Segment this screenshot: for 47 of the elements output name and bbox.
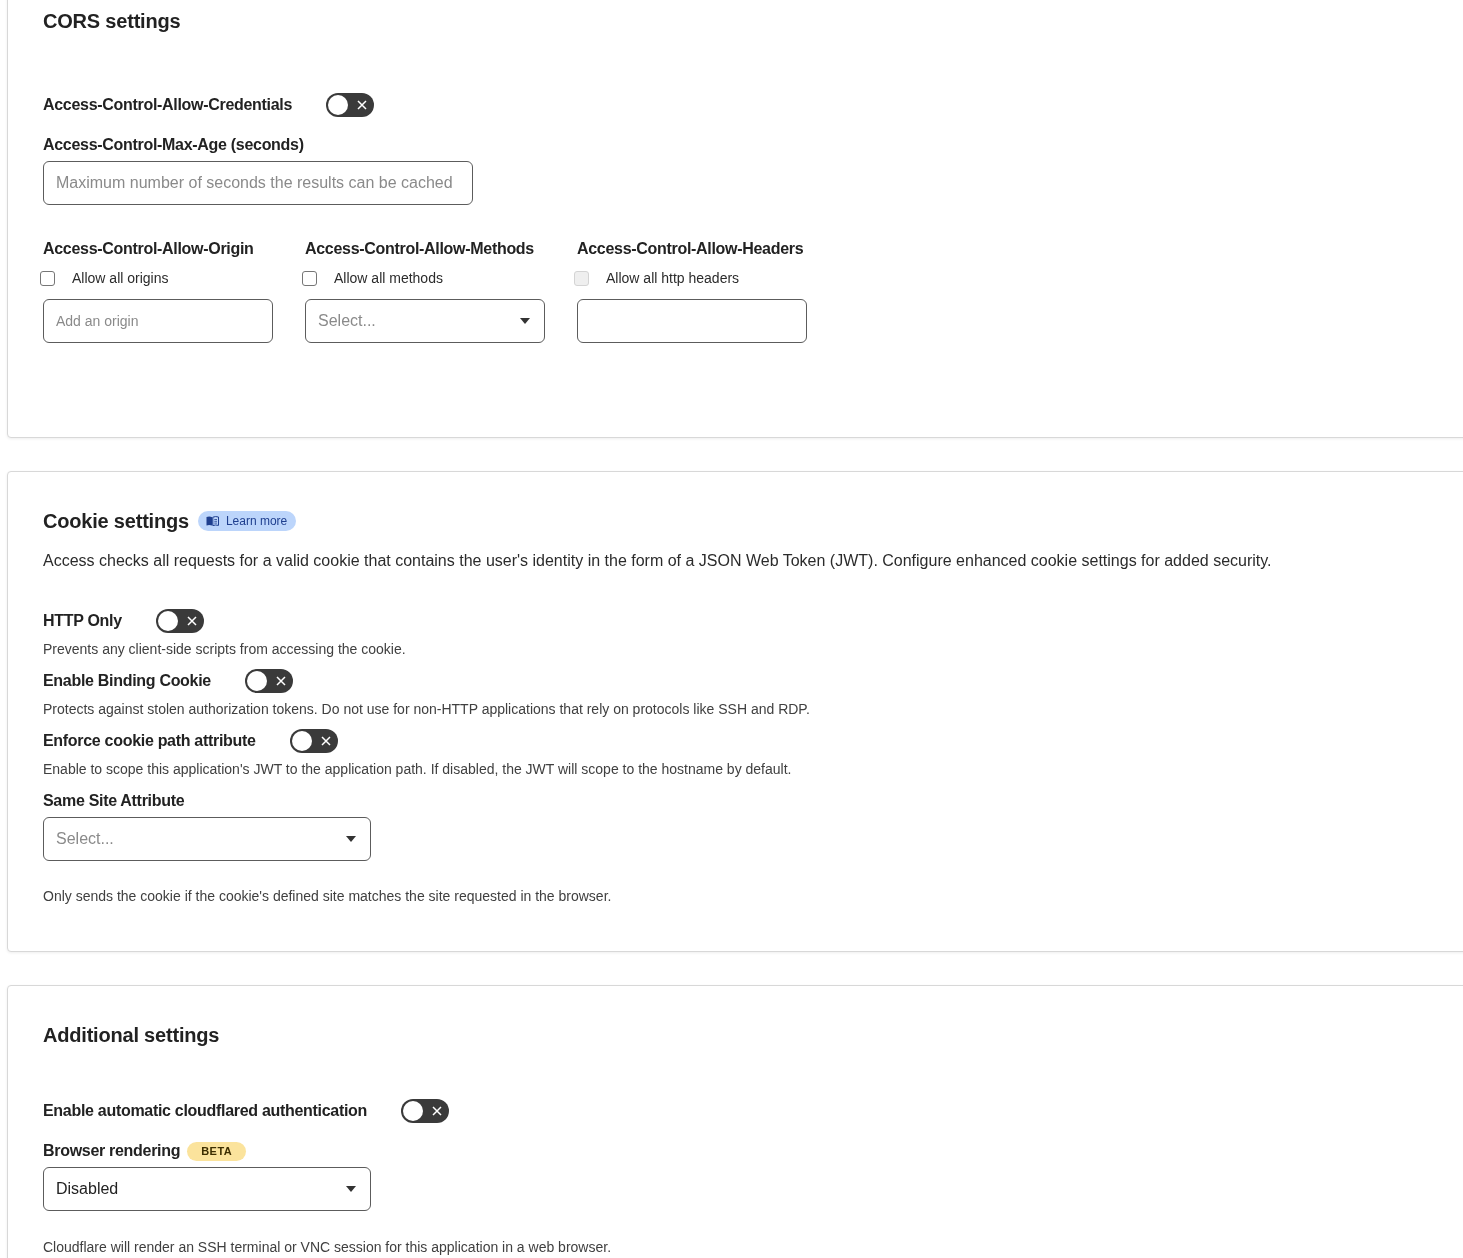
- cross-icon: [357, 100, 368, 110]
- select-dropdown[interactable]: Select...: [305, 299, 545, 343]
- field-label: Access-Control-Allow-Methods: [305, 239, 534, 259]
- field-label: Access-Control-Allow-Headers: [577, 239, 804, 259]
- section-title: Cookie settings: [43, 509, 189, 533]
- input-field[interactable]: Add an origin: [43, 299, 273, 343]
- checkbox[interactable]: [302, 270, 317, 286]
- caret-down-icon: [346, 1186, 356, 1192]
- field-label: Same Site Attribute: [43, 791, 185, 811]
- cross-icon: [432, 1106, 443, 1116]
- checkbox-label: Allow all http headers: [606, 269, 740, 287]
- beta-badge: BETA: [187, 1141, 247, 1161]
- select-dropdown[interactable]: Disabled: [43, 1167, 371, 1211]
- learn-more-link[interactable]: Learn more: [197, 511, 297, 531]
- cross-icon: [320, 736, 331, 746]
- help-text: Only sends the cookie if the cookie's defined site matches the site requested in the browser.: [43, 887, 612, 905]
- input-field[interactable]: Maximum number of seconds the results can be cached: [43, 161, 473, 205]
- toggle-switch[interactable]: [289, 729, 338, 753]
- setting-label: Enable Binding Cookie: [43, 671, 211, 691]
- cross-icon: [275, 676, 286, 686]
- checkbox-label: Allow all methods: [334, 269, 443, 287]
- toggle-switch[interactable]: [244, 669, 293, 693]
- section-title: Additional settings: [43, 1023, 220, 1047]
- setting-label: Enable automatic cloudflared authentication: [43, 1101, 368, 1121]
- cross-icon: [186, 616, 197, 626]
- toggle-switch[interactable]: [155, 609, 204, 633]
- caret-down-icon: [346, 836, 356, 842]
- field-label: Access-Control-Max-Age (seconds): [43, 135, 304, 155]
- checkbox-label: Allow all origins: [72, 269, 169, 287]
- select-dropdown[interactable]: Select...: [43, 817, 371, 861]
- input-field[interactable]: [577, 299, 807, 343]
- toggle-switch[interactable]: [326, 93, 375, 117]
- field-label: Browser rendering: [43, 1141, 181, 1161]
- setting-label: Access-Control-Allow-Credentials: [43, 95, 293, 115]
- checkbox[interactable]: [40, 270, 55, 286]
- setting-label: HTTP Only: [43, 611, 122, 631]
- section-title: CORS settings: [43, 9, 181, 33]
- caret-down-icon: [520, 318, 530, 324]
- field-label: Access-Control-Allow-Origin: [43, 239, 254, 259]
- book-icon: [205, 516, 219, 526]
- help-text: Prevents any client-side scripts from accessing the cookie.: [43, 640, 406, 658]
- section-description: Access checks all requests for a valid cookie that contains the user's identity in the form of a JSON Web Token (JWT). Configure enhanced cookie settings for added security.: [43, 551, 1272, 571]
- toggle-switch[interactable]: [401, 1099, 450, 1123]
- help-text: Protects against stolen authorization tokens. Do not use for non-HTTP applications that rely on protocols like SSH and RDP.: [43, 700, 810, 718]
- setting-label: Enforce cookie path attribute: [43, 731, 256, 751]
- help-text: Enable to scope this application's JWT to the application path. If disabled, the JWT will scope to the hostname by default.: [43, 760, 792, 778]
- help-text: Cloudflare will render an SSH terminal or VNC session for this application in a web browser.: [43, 1238, 612, 1256]
